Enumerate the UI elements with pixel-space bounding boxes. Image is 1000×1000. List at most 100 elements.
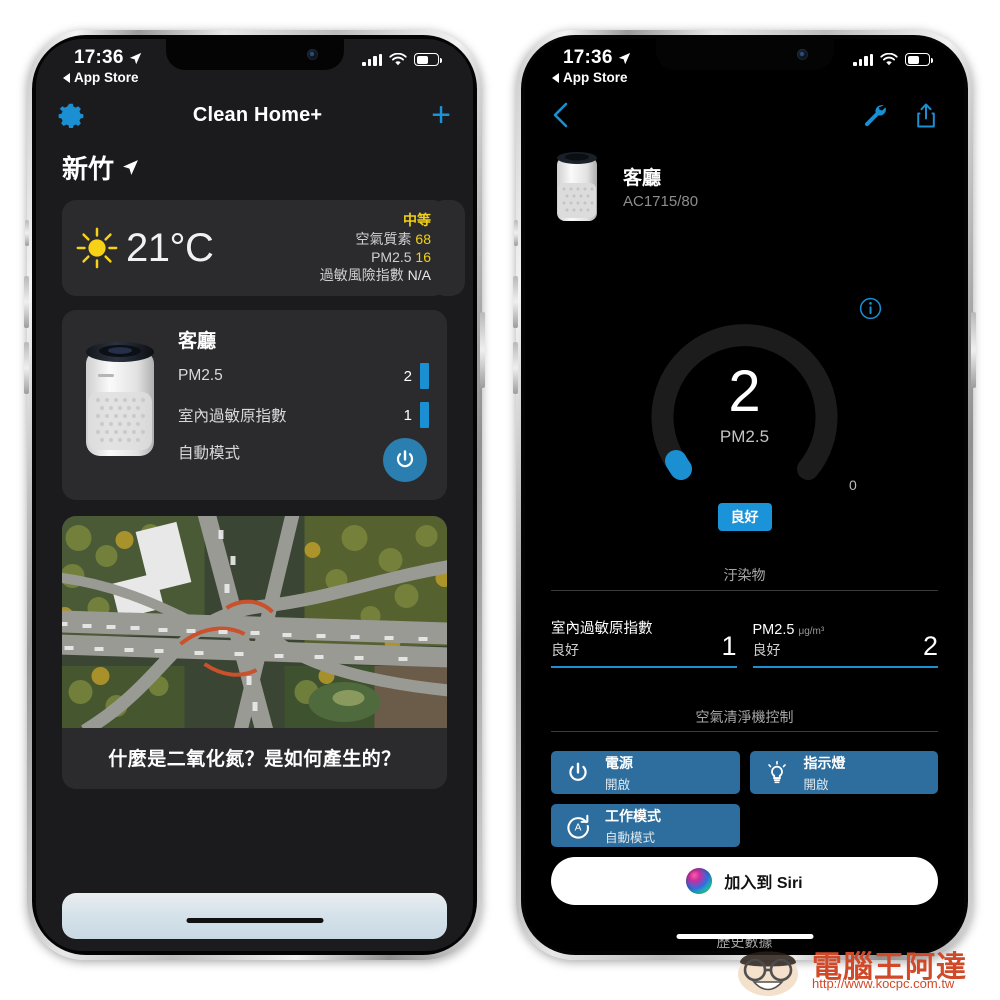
control-text: 指示燈 開啟 — [804, 753, 846, 793]
air-quality-level: 中等 — [403, 212, 431, 229]
back-to-app-store-link[interactable]: App Store — [552, 70, 628, 85]
device-name: 客廳 — [178, 331, 217, 352]
air-purifier-icon — [86, 342, 154, 456]
gear-icon[interactable] — [58, 102, 84, 128]
add-to-siri-button[interactable]: 加入到 Siri — [551, 857, 938, 905]
wrench-icon[interactable] — [862, 102, 888, 128]
sun-icon — [76, 227, 118, 269]
watermark: 電腦王阿達 http://www.kocpc.com.tw — [726, 938, 996, 998]
control-state: 自動模式 — [605, 830, 656, 845]
pollutant-labels: 室內過敏原指數 良好 — [551, 617, 721, 660]
metric-bar-indicator — [420, 402, 429, 428]
control-state: 開啟 — [803, 777, 829, 792]
weather-card-next-peek[interactable] — [431, 200, 465, 296]
chevron-left-icon[interactable] — [551, 102, 571, 128]
metric-label: PM2.5 — [178, 367, 223, 384]
svg-text:A: A — [575, 822, 582, 833]
control-button-mode[interactable]: A 工作模式 自動模式 — [551, 804, 740, 847]
right-phone-volume-up-button[interactable] — [513, 276, 518, 328]
air-quality-row: PM2.5 16 — [320, 248, 431, 266]
front-camera-icon — [306, 49, 318, 60]
left-content-scroll[interactable]: 新竹 21°C 中等 空氣質素 68 PM2.5 16 過敏風險指數 N/A 客… — [36, 139, 473, 951]
pollutant-labels: PM2.5 μg/m³ 良好 — [753, 622, 923, 660]
page-title: Clean Home+ — [192, 103, 323, 126]
left-phone-mute-switch[interactable] — [25, 220, 29, 246]
control-title: 指示燈 — [803, 754, 846, 771]
metric-bar-indicator — [420, 363, 429, 389]
location-arrow-icon — [123, 160, 138, 175]
control-button-indicator-light[interactable]: 指示燈 開啟 — [749, 751, 938, 794]
allergy-value: N/A — [407, 267, 431, 284]
status-time-text: 17:36 — [74, 47, 124, 68]
left-phone-power-button[interactable] — [480, 312, 485, 388]
pollutant-name: PM2.5 μg/m³ — [753, 622, 923, 638]
right-phone-mute-switch[interactable] — [514, 220, 518, 246]
air-quality-row: 空氣質素 68 — [320, 230, 431, 248]
weather-card[interactable]: 21°C 中等 空氣質素 68 PM2.5 16 過敏風險指數 N/A — [62, 200, 465, 296]
metric-value: 2 — [403, 367, 412, 385]
cellular-bars-icon — [362, 53, 382, 66]
control-title: 電源 — [605, 754, 633, 771]
share-icon[interactable] — [914, 102, 938, 129]
right-phone-notch — [655, 39, 834, 70]
cellular-bars-icon — [853, 53, 873, 66]
battery-icon — [414, 53, 442, 66]
left-phone-screen: 17:36 App Store Clean Home+ + 新竹 21°C 中等… — [36, 39, 473, 951]
app-toolbar: Clean Home+ + — [36, 91, 473, 139]
device-model: AC1715/80 — [623, 192, 699, 210]
article-card[interactable]: 什麼是二氧化氮？是如何產生的？ — [62, 516, 447, 789]
controls-divider — [551, 731, 938, 732]
pollutant-item-allergen[interactable]: 室內過敏原指數 良好 1 — [551, 617, 737, 668]
battery-icon — [905, 53, 933, 66]
pollutant-value: 2 — [922, 631, 938, 661]
controls-section-header: 空氣清淨機控制 — [551, 707, 938, 727]
allergy-label: 過敏風險指數 — [319, 267, 404, 284]
info-circle-icon[interactable] — [859, 297, 882, 320]
gauge-unit: PM2.5 — [719, 427, 770, 446]
status-time: 17:36 — [563, 47, 631, 69]
watermark-url: http://www.kocpc.com.tw — [812, 976, 955, 991]
left-phone-volume-up-button[interactable] — [24, 276, 29, 328]
gauge-value: 2 — [728, 359, 761, 424]
device-metric-row: 室內過敏原指數 1 — [178, 402, 429, 428]
pollutant-status: 良好 — [551, 642, 579, 658]
control-text: 工作模式 自動模式 — [605, 806, 661, 846]
light-bulb-icon — [767, 760, 786, 783]
auto-mode-icon: A — [567, 814, 589, 839]
article-title: 什麼是二氧化氮？是如何產生的？ — [108, 749, 401, 770]
metric-label: 室內過敏原指數 — [178, 408, 287, 425]
temperature-value: 21°C — [126, 225, 214, 270]
plus-icon[interactable]: + — [431, 98, 451, 132]
device-metric-row: PM2.5 2 — [178, 363, 429, 389]
city-header[interactable]: 新竹 — [36, 139, 473, 186]
control-button-power[interactable]: 電源 開啟 — [551, 751, 740, 794]
mascot-face-icon — [738, 951, 798, 996]
pollutant-status: 良好 — [752, 642, 781, 658]
article-image — [62, 516, 447, 728]
metric-value: 1 — [403, 406, 412, 424]
controls-grid: 電源 開啟 指示燈 開啟 A 工作模式 自動模式 — [551, 751, 938, 847]
device-card[interactable]: 客廳 PM2.5 2 室內過敏原指數 1 自動模式 — [62, 310, 447, 500]
navbar-actions — [862, 102, 938, 129]
status-time-text: 17:36 — [563, 47, 613, 68]
next-card-peek[interactable] — [62, 893, 447, 939]
home-indicator[interactable] — [676, 934, 813, 939]
air-quality-block: 中等 空氣質素 68 PM2.5 16 過敏風險指數 N/A — [320, 211, 431, 285]
pollutant-unit: μg/m³ — [798, 626, 825, 637]
left-phone-device: 17:36 App Store Clean Home+ + 新竹 21°C 中等… — [24, 30, 485, 960]
pollutant-name: 室內過敏原指數 — [551, 621, 653, 637]
pm25-label: PM2.5 — [371, 249, 412, 265]
gauge-min-label: 0 — [849, 477, 857, 493]
left-phone-volume-down-button[interactable] — [24, 342, 29, 394]
pollutant-name-text: PM2.5 — [752, 622, 795, 638]
status-indicators — [853, 53, 933, 66]
pollutants-section-title: 汙染物 — [723, 567, 766, 583]
power-toggle-button[interactable] — [383, 438, 427, 482]
pollutant-item-pm25[interactable]: PM2.5 μg/m³ 良好 2 — [752, 617, 938, 668]
back-to-app-store-link[interactable]: App Store — [63, 70, 139, 85]
power-icon — [396, 450, 414, 468]
right-phone-power-button[interactable] — [971, 312, 976, 388]
right-phone-volume-down-button[interactable] — [513, 342, 518, 394]
home-indicator[interactable] — [186, 918, 323, 923]
controls-section-title: 空氣清淨機控制 — [695, 709, 794, 725]
